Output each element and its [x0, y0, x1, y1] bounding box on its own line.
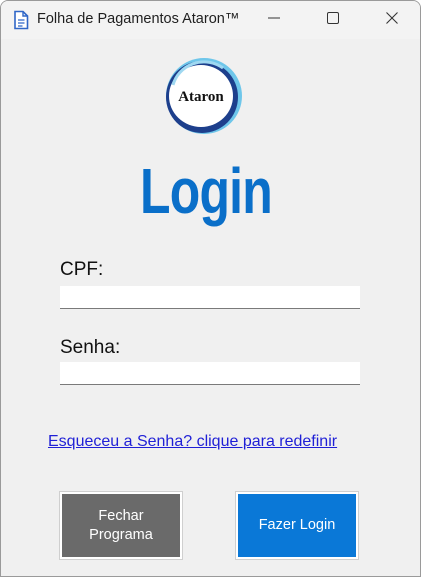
logo-text: Ataron	[178, 89, 224, 105]
close-window-button[interactable]	[369, 1, 415, 39]
maximize-icon	[327, 11, 339, 29]
document-icon	[12, 10, 30, 30]
maximize-button[interactable]	[310, 1, 356, 39]
minimize-icon	[268, 11, 280, 29]
cpf-label: CPF:	[60, 259, 104, 280]
ataron-logo: Ataron	[163, 55, 245, 137]
page-title: Login	[140, 155, 273, 227]
title-bar[interactable]: Folha de Pagamentos Ataron™	[1, 1, 420, 39]
close-program-button[interactable]: Fechar Programa	[59, 491, 183, 560]
forgot-password-link[interactable]: Esqueceu a Senha? clique para redefinir	[48, 433, 337, 451]
close-icon	[386, 11, 398, 29]
login-button[interactable]: Fazer Login	[235, 491, 359, 560]
minimize-button[interactable]	[251, 1, 297, 39]
senha-input[interactable]	[60, 362, 360, 385]
login-window: Folha de Pagamentos Ataron™ Ataron Login	[0, 0, 421, 577]
cpf-input[interactable]	[60, 286, 360, 309]
window-title: Folha de Pagamentos Ataron™	[37, 11, 240, 27]
senha-label: Senha:	[60, 337, 121, 358]
